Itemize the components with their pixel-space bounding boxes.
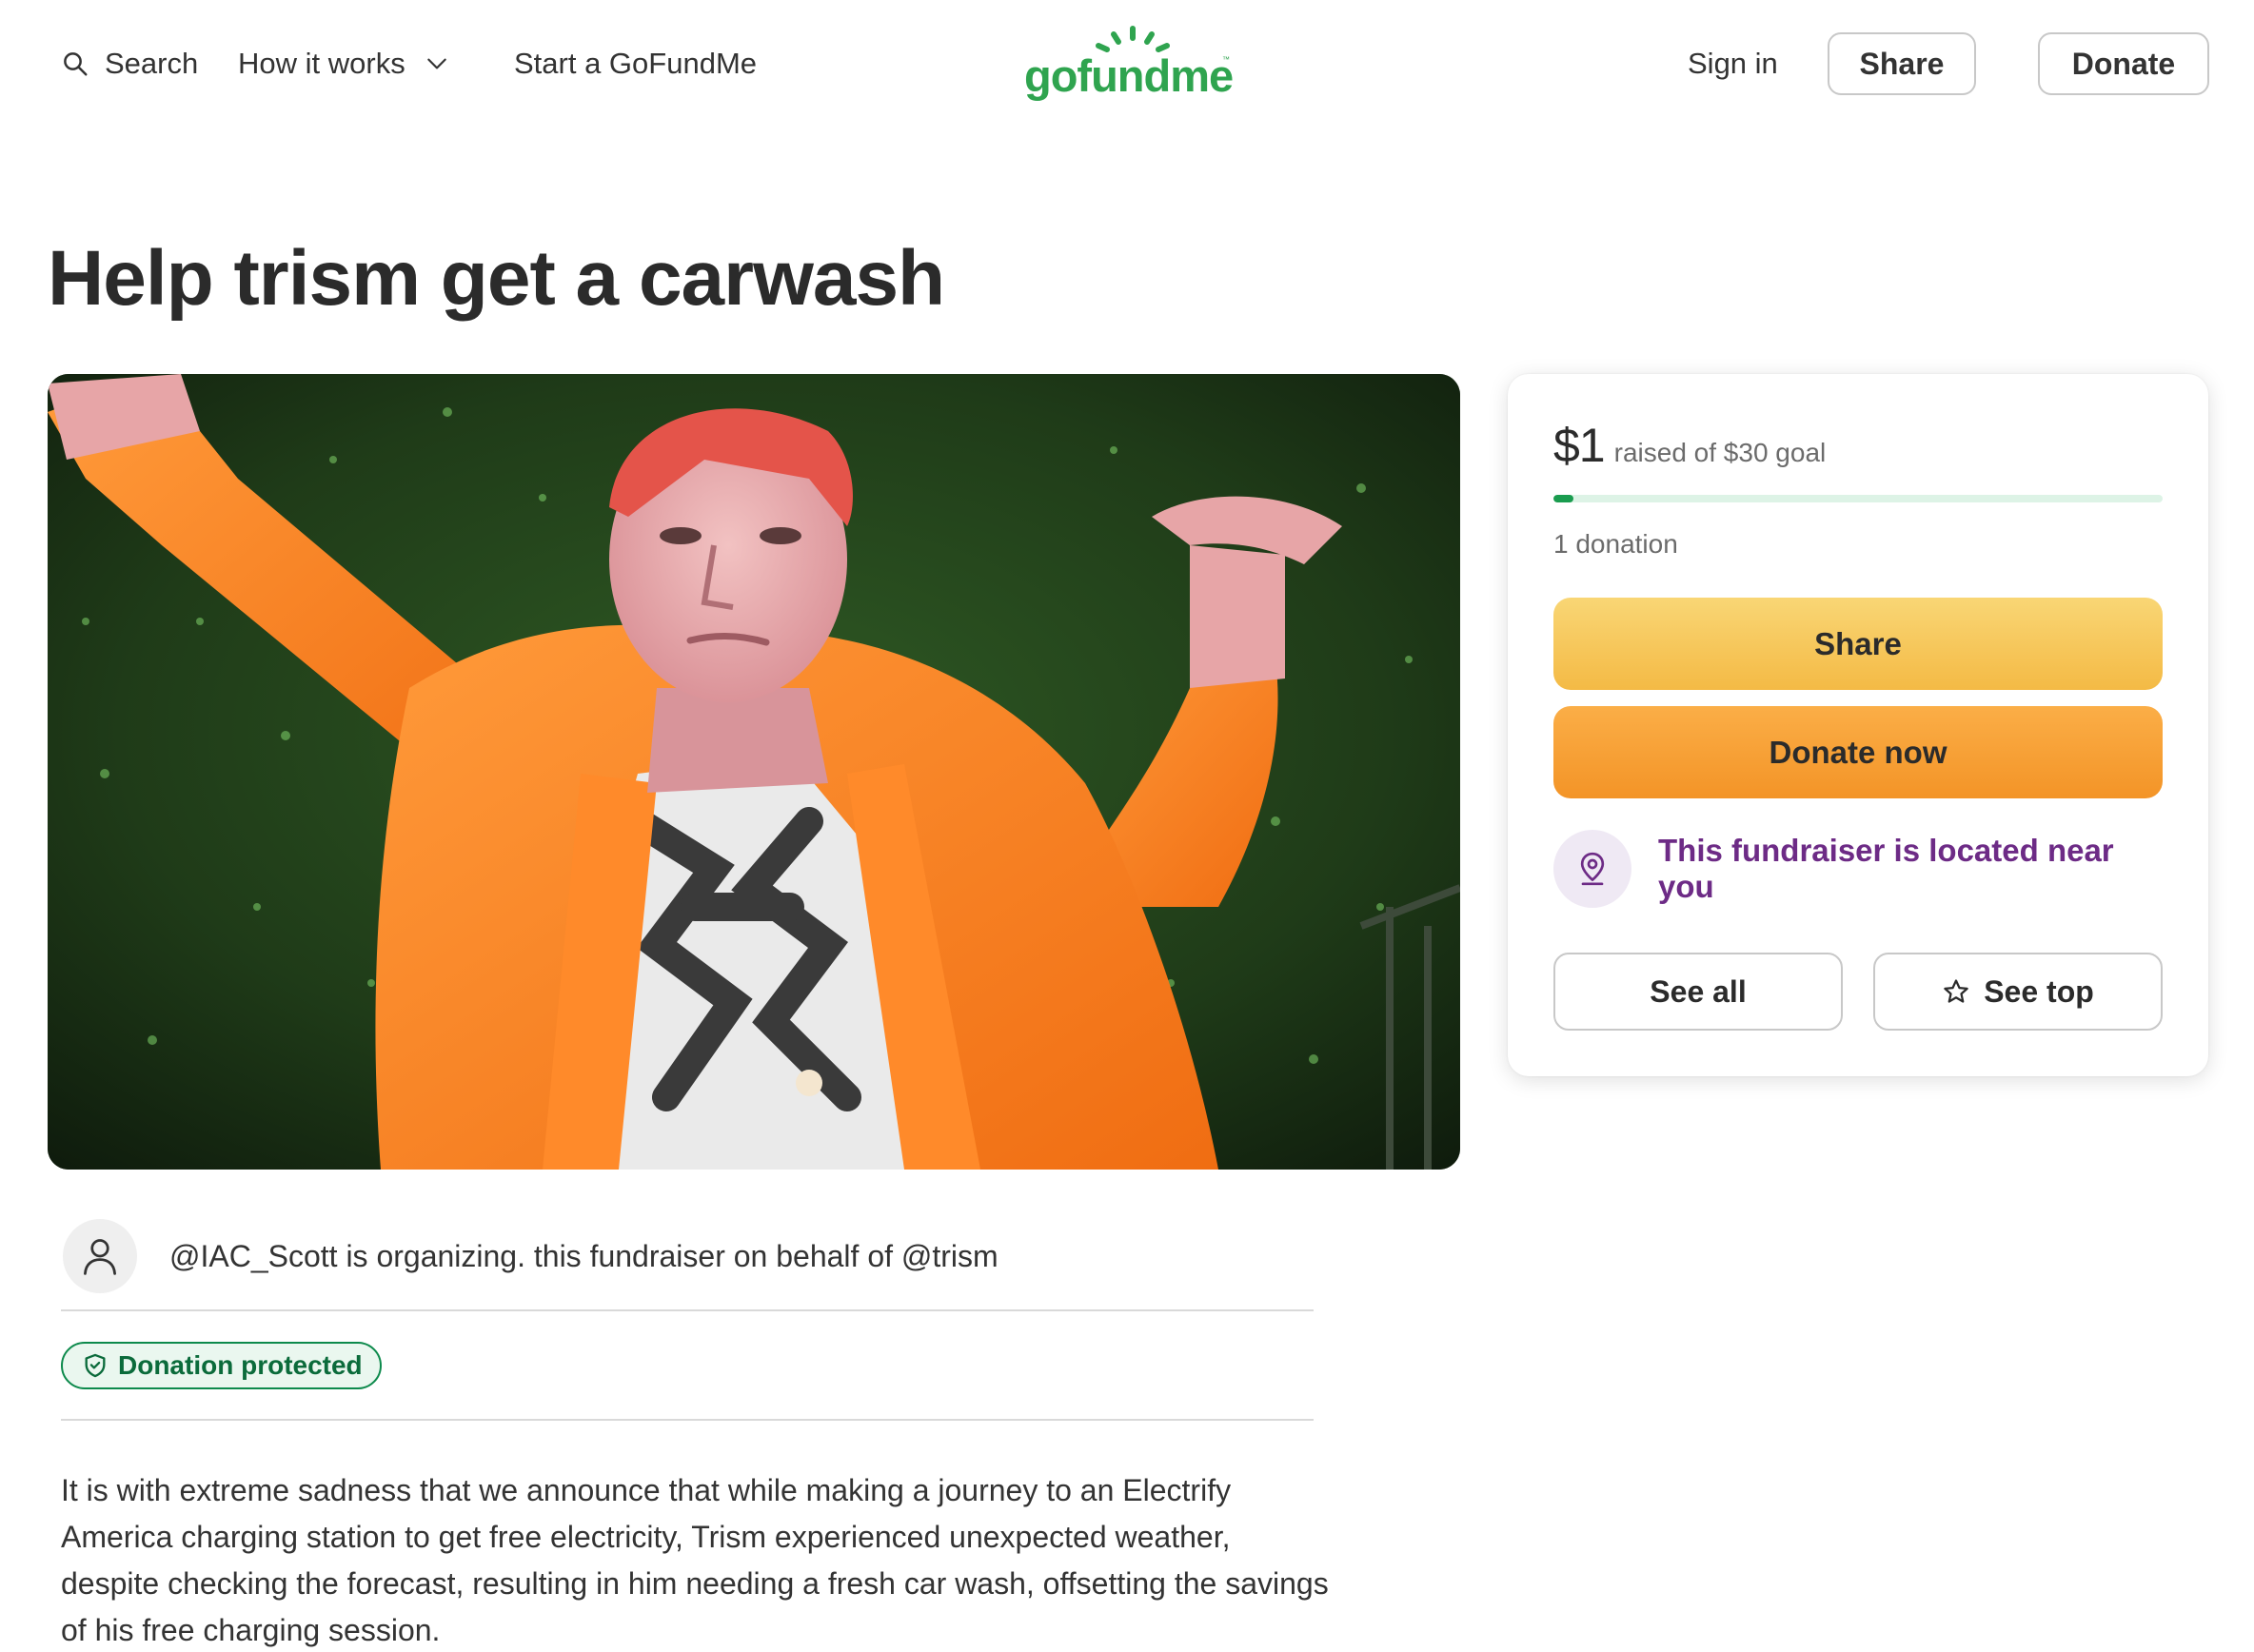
search-icon (64, 52, 88, 76)
star-icon (1944, 979, 1968, 1003)
chevron-down-icon (426, 58, 446, 69)
organizer-text: @IAC_Scott is organizing. this fundraise… (169, 1238, 998, 1273)
amount-raised: $1 (1553, 419, 1606, 472)
nearby-notice: This fundraiser is located near you (1553, 829, 2163, 909)
progress-bar-fill (1553, 495, 1574, 502)
divider (61, 1419, 1314, 1421)
user-icon (84, 1239, 116, 1275)
see-top-label: See top (1984, 974, 2094, 1009)
fundraiser-story: It is with extreme sadness that we annou… (61, 1473, 1329, 1647)
goal-text: raised of $30 goal (1613, 438, 1827, 467)
donation-count[interactable]: 1 donation (1553, 529, 1678, 560)
search-label: Search (105, 47, 199, 80)
top-navigation: Search How it works Start a GoFundMe gof… (0, 0, 2254, 128)
location-pin-icon (1580, 852, 1605, 886)
shield-icon (85, 1353, 106, 1378)
page-title: Help trism get a carwash (48, 235, 945, 322)
donation-protected-label: Donation protected (118, 1350, 363, 1380)
see-all-button[interactable]: See all (1553, 953, 1843, 1031)
logo-wordmark: gofundme (1024, 50, 1234, 101)
start-gofundme-link[interactable]: Start a GoFundMe (514, 38, 757, 89)
share-button[interactable]: Share (1553, 598, 2163, 690)
divider (61, 1309, 1314, 1311)
organizer-row: @IAC_Scott is organizing. this fundraise… (63, 1203, 1314, 1309)
fundraiser-photo-illustration (48, 374, 1460, 1170)
see-top-button[interactable]: See top (1873, 953, 2163, 1031)
search-link[interactable]: Search (61, 38, 198, 89)
header-share-button[interactable]: Share (1828, 32, 1976, 95)
gofundme-logo[interactable]: gofundme ™ (1024, 25, 1234, 103)
donate-now-button[interactable]: Donate now (1553, 706, 2163, 798)
start-gofundme-label: Start a GoFundMe (514, 47, 758, 80)
avatar[interactable] (63, 1219, 137, 1293)
donation-protected-badge[interactable]: Donation protected (61, 1342, 382, 1389)
header-donate-button[interactable]: Donate (2038, 32, 2209, 95)
how-it-works-menu[interactable]: How it works (238, 38, 449, 89)
sign-in-link[interactable]: Sign in (1688, 38, 1778, 89)
logo-trademark: ™ (1222, 55, 1230, 64)
amount-raised-row: $1 raised of $30 goal (1553, 418, 1826, 473)
how-it-works-label: How it works (238, 47, 405, 80)
nearby-icon-badge (1553, 830, 1631, 908)
nearby-text: This fundraiser is located near you (1658, 833, 2114, 904)
donation-card: $1 raised of $30 goal 1 donation Share D… (1508, 374, 2208, 1076)
sign-in-label: Sign in (1688, 47, 1778, 80)
progress-bar (1553, 495, 2163, 502)
fundraiser-photo[interactable] (48, 374, 1460, 1170)
